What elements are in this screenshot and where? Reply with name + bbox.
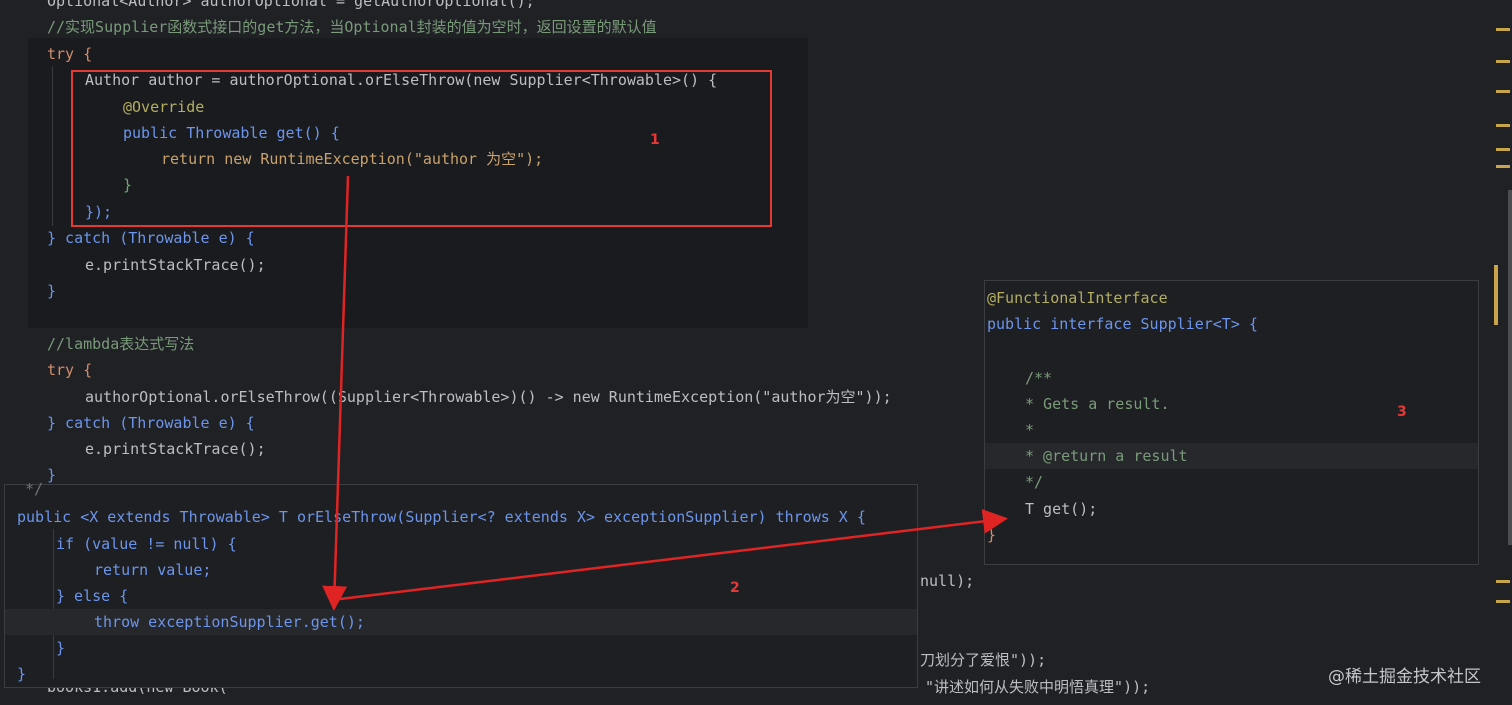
method-signature: public <X extends Throwable> T orElseThr… bbox=[17, 508, 866, 526]
scroll-thumb[interactable] bbox=[1508, 190, 1512, 545]
scroll-thumb-marker bbox=[1494, 265, 1498, 325]
code-catch-2: } catch (Throwable e) { bbox=[47, 414, 255, 432]
indent-guide-popup bbox=[53, 529, 54, 679]
scrollbar-track[interactable] bbox=[1494, 0, 1512, 705]
code-print-stack-2: e.printStackTrace(); bbox=[85, 440, 266, 458]
code-try-2: try { bbox=[47, 361, 93, 379]
code-else: } else { bbox=[56, 587, 129, 605]
scroll-marker bbox=[1496, 60, 1510, 63]
scroll-marker bbox=[1496, 600, 1510, 603]
javadoc-open: /** bbox=[1025, 369, 1053, 387]
javadoc-return: * @return a result bbox=[1025, 447, 1188, 465]
popup-supplier: @FunctionalInterface public interface Su… bbox=[984, 280, 1479, 565]
doc-close: */ bbox=[25, 480, 44, 498]
code-throw-get: throw exceptionSupplier.get(); bbox=[94, 613, 365, 631]
code-catch: } catch (Throwable e) { bbox=[47, 229, 255, 247]
javadoc-close: */ bbox=[1025, 473, 1044, 491]
code-lambda-line: authorOptional.orElseThrow((Supplier<Thr… bbox=[85, 388, 892, 406]
scroll-marker bbox=[1496, 148, 1510, 151]
code-books-suffix: "讲述如何从失败中明悟真理")); bbox=[925, 678, 1151, 696]
marker-1: 1 bbox=[650, 132, 660, 148]
scroll-marker bbox=[1496, 90, 1510, 93]
functional-interface-annotation: @FunctionalInterface bbox=[987, 289, 1168, 307]
code-close-b: } bbox=[17, 665, 27, 683]
supplier-close: } bbox=[987, 526, 997, 544]
marker-2: 2 bbox=[730, 580, 740, 596]
code-right-null: null); bbox=[920, 572, 975, 590]
code-close-a: } bbox=[56, 639, 66, 657]
scroll-marker bbox=[1496, 28, 1510, 31]
code-if-value: if (value != null) { bbox=[56, 535, 237, 553]
scroll-marker bbox=[1496, 165, 1510, 168]
indent-guide bbox=[52, 66, 53, 226]
javadoc-line1: * Gets a result. bbox=[1025, 395, 1170, 413]
code-close-3: } bbox=[47, 282, 57, 300]
supplier-interface-decl: public interface Supplier<T> { bbox=[987, 315, 1258, 333]
scroll-marker bbox=[1496, 580, 1510, 583]
code-line-optional: Optional<Author> authorOptional = getAut… bbox=[47, 0, 535, 10]
code-comment-supplier: //实现Supplier函数式接口的get方法，当Optional封装的值为空时… bbox=[47, 18, 657, 36]
javadoc-star: * bbox=[1025, 421, 1035, 439]
supplier-get-method: T get(); bbox=[1025, 500, 1098, 518]
code-print-stack: e.printStackTrace(); bbox=[85, 256, 266, 274]
code-return-value: return value; bbox=[94, 561, 212, 579]
marker-3: 3 bbox=[1397, 404, 1407, 420]
popup-orelsethrow: */ public <X extends Throwable> T orElse… bbox=[4, 480, 918, 688]
scroll-marker bbox=[1496, 124, 1510, 127]
code-comment-lambda: //lambda表达式写法 bbox=[47, 335, 195, 353]
code-right-string: 刀划分了爱恨")); bbox=[920, 651, 1047, 669]
watermark: @稀土掘金技术社区 bbox=[1328, 667, 1481, 687]
highlight-box-1 bbox=[71, 70, 772, 227]
code-try: try { bbox=[47, 45, 93, 63]
